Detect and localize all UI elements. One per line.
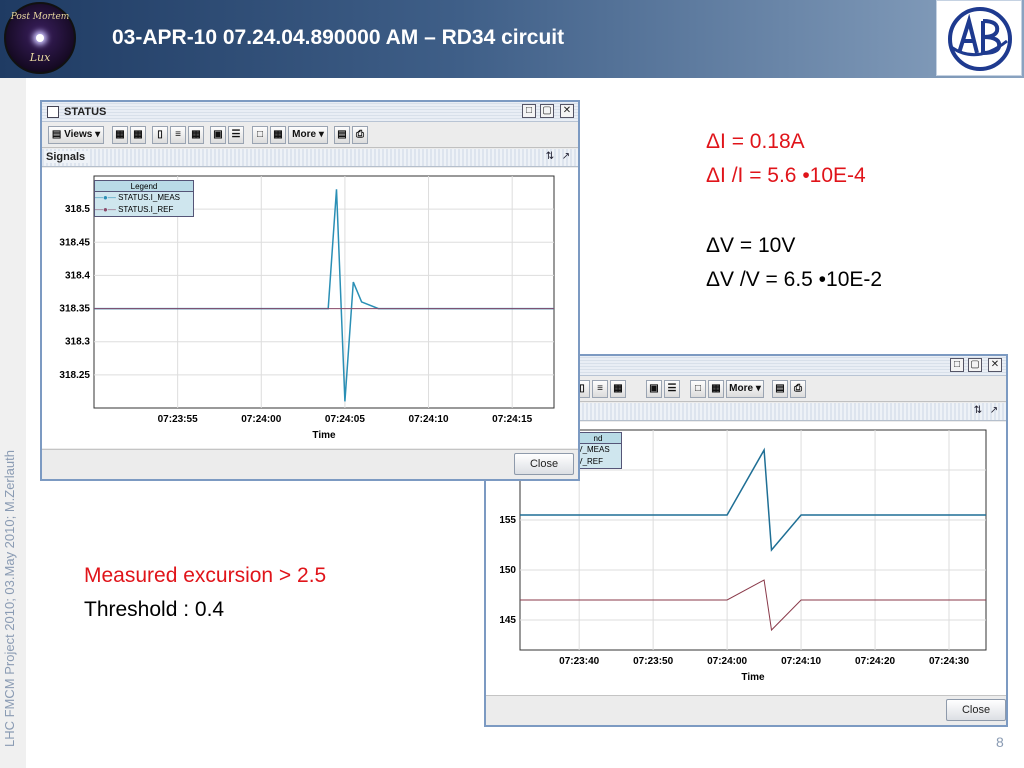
x-tick-label: 07:24:00 bbox=[707, 656, 747, 667]
ab-logo-icon bbox=[936, 0, 1022, 76]
legend-title: Legend bbox=[95, 181, 193, 192]
y-tick-label: 318.25 bbox=[59, 370, 90, 381]
window-title: STATUS bbox=[64, 106, 107, 118]
more-menu-button[interactable]: More ▾ bbox=[288, 126, 328, 144]
list-button[interactable]: ☰ bbox=[664, 380, 680, 398]
threshold-note: Threshold : 0.4 bbox=[84, 598, 225, 621]
x-tick-label: 07:24:10 bbox=[409, 414, 449, 425]
x-axis-label: Time bbox=[741, 672, 765, 683]
chart-legend: Legend —●— STATUS.I_MEAS —●— STATUS.I_RE… bbox=[94, 180, 194, 217]
list-button[interactable]: ☰ bbox=[228, 126, 244, 144]
x-tick-label: 07:24:15 bbox=[492, 414, 532, 425]
status-window[interactable]: STATUS □ ▢ ✕ ▤ Views ▾ ▦ ▦ ▯ ≡ ▦ ▣ ☰ □ ▦… bbox=[40, 100, 580, 481]
close-icon[interactable]: ✕ bbox=[560, 104, 574, 118]
chart-button[interactable]: ▤ bbox=[772, 380, 788, 398]
checkbox-button[interactable]: □ bbox=[252, 126, 268, 144]
x-tick-label: 07:23:40 bbox=[559, 656, 599, 667]
close-icon[interactable]: ✕ bbox=[988, 358, 1002, 372]
minimize-icon[interactable]: □ bbox=[522, 104, 536, 118]
grid-button[interactable]: ▦ bbox=[610, 380, 626, 398]
detach-icon[interactable]: ↗ bbox=[560, 151, 572, 163]
window-bottom-bar: Close bbox=[42, 449, 578, 479]
export-icon[interactable]: ⇅ bbox=[544, 151, 556, 163]
post-mortem-logo: Post Mortem Lux bbox=[4, 2, 76, 74]
legend-title: nd bbox=[575, 433, 621, 444]
layout-button[interactable]: ≡ bbox=[170, 126, 186, 144]
table-button[interactable]: ▦ bbox=[708, 380, 724, 398]
window-title-bar[interactable]: STATUS □ ▢ ✕ bbox=[42, 102, 578, 122]
footer-vertical-text: LHC FMCM Project 2010; 03.May 2010; M.Ze… bbox=[2, 450, 17, 747]
print-icon[interactable]: ⎙ bbox=[790, 380, 806, 398]
logo-bottom-text: Lux bbox=[29, 51, 51, 64]
chart-button[interactable]: ▤ bbox=[334, 126, 350, 144]
layout-button[interactable]: ≡ bbox=[592, 380, 608, 398]
y-tick-label: 155 bbox=[499, 515, 516, 526]
close-button[interactable]: Close bbox=[946, 699, 1006, 721]
close-button[interactable]: Close bbox=[514, 453, 574, 475]
y-tick-label: 318.5 bbox=[65, 204, 90, 215]
maximize-icon[interactable]: ▢ bbox=[968, 358, 982, 372]
star-icon bbox=[36, 34, 44, 42]
window-bottom-bar: Close bbox=[486, 695, 1006, 725]
delta-i-note: ΔI = 0.18A bbox=[706, 130, 805, 153]
views-label: Views bbox=[64, 129, 93, 140]
legend-item-label: V_REF bbox=[577, 457, 604, 466]
views-menu-button[interactable]: ▤ Views ▾ bbox=[48, 126, 104, 144]
legend-toggle-button[interactable]: ▣ bbox=[210, 126, 226, 144]
signals-label: Signals bbox=[46, 151, 90, 163]
x-tick-label: 07:24:10 bbox=[781, 656, 821, 667]
export-icon[interactable]: ⇅ bbox=[972, 405, 984, 417]
table-button[interactable]: ▦ bbox=[270, 126, 286, 144]
checkbox-button[interactable]: □ bbox=[690, 380, 706, 398]
x-tick-label: 07:24:05 bbox=[325, 414, 365, 425]
delta-v-note: ΔV = 10V bbox=[706, 234, 796, 257]
detach-icon[interactable]: ↗ bbox=[988, 405, 1000, 417]
plot-panel: 07:23:55 07:24:00 07:24:05 07:24:10 07:24:15… bbox=[42, 168, 578, 448]
legend-item-label: STATUS.I_REF bbox=[118, 205, 174, 214]
legend-item-v-ref: V_REF bbox=[575, 456, 621, 468]
page-number: 8 bbox=[996, 734, 1004, 750]
legend-item-v-meas: V_MEAS bbox=[575, 444, 621, 456]
more-label: More bbox=[729, 383, 754, 394]
legend-item-i-ref: —●— STATUS.I_REF bbox=[95, 205, 174, 214]
x-tick-label: 07:23:55 bbox=[158, 414, 198, 425]
y-tick-label: 318.4 bbox=[65, 270, 90, 281]
grid-off-button[interactable]: ▦ bbox=[112, 126, 128, 144]
chart-legend: nd V_MEAS V_REF bbox=[574, 432, 622, 469]
legend-item-label: V_MEAS bbox=[577, 445, 610, 454]
legend-item-i-meas: —●— STATUS.I_MEAS bbox=[95, 193, 181, 202]
x-tick-label: 07:24:20 bbox=[855, 656, 895, 667]
grid-on-button[interactable]: ▦ bbox=[130, 126, 146, 144]
maximize-icon[interactable]: ▢ bbox=[540, 104, 554, 118]
y-tick-label: 318.35 bbox=[59, 304, 90, 315]
logo-top-text: Post Mortem bbox=[10, 12, 70, 22]
y-tick-label: 318.45 bbox=[59, 237, 90, 248]
slide-header: Post Mortem Lux 03-APR-10 07.24.04.89000… bbox=[0, 0, 1024, 78]
grid-button[interactable]: ▦ bbox=[188, 126, 204, 144]
excursion-note: Measured excursion > 2.5 bbox=[84, 564, 327, 587]
x-tick-label: 07:24:00 bbox=[241, 414, 281, 425]
slide-title: 03-APR-10 07.24.04.890000 AM – RD34 circ… bbox=[112, 26, 565, 49]
x-axis-label: Time bbox=[312, 430, 336, 441]
x-tick-label: 07:24:30 bbox=[929, 656, 969, 667]
x-tick-label: 07:23:50 bbox=[633, 656, 673, 667]
window-icon bbox=[47, 106, 59, 118]
minimize-icon[interactable]: □ bbox=[950, 358, 964, 372]
print-icon[interactable]: ⎙ bbox=[352, 126, 368, 144]
delta-i-rel-note: ΔI /I = 5.6 •10E-4 bbox=[706, 164, 866, 187]
y-tick-label: 318.3 bbox=[65, 337, 90, 348]
plot-toolbar: ▤ Views ▾ ▦ ▦ ▯ ≡ ▦ ▣ ☰ □ ▦ More ▾ ▤ ⎙ bbox=[42, 122, 578, 148]
more-menu-button[interactable]: More ▾ bbox=[726, 380, 764, 398]
y-tick-label: 150 bbox=[499, 565, 516, 576]
signals-bar: Signals ⇅ ↗ bbox=[42, 149, 578, 167]
delta-v-rel-note: ΔV /V = 6.5 •10E-2 bbox=[706, 268, 883, 291]
y-tick-label: 145 bbox=[499, 615, 516, 626]
more-label: More bbox=[292, 129, 317, 140]
legend-item-label: STATUS.I_MEAS bbox=[118, 193, 181, 202]
split-view-button[interactable]: ▯ bbox=[152, 126, 168, 144]
legend-toggle-button[interactable]: ▣ bbox=[646, 380, 662, 398]
